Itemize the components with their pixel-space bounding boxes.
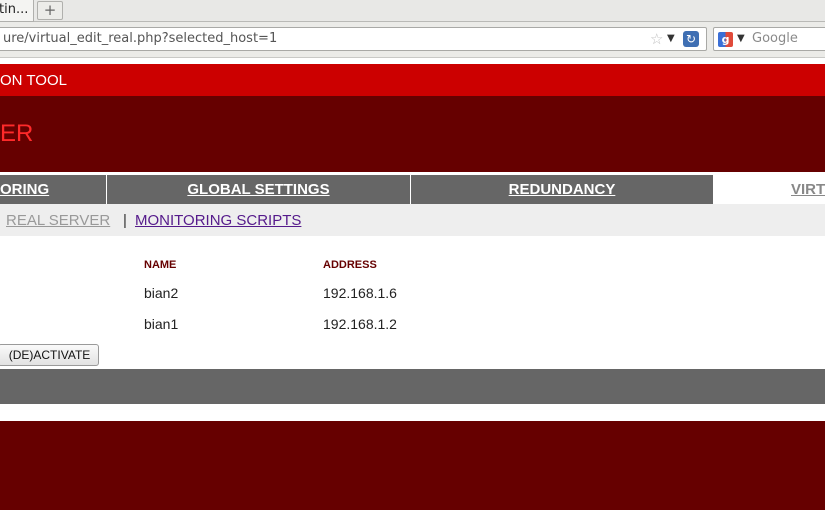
row-address: 192.168.1.2 [323,316,397,332]
browser-tab-bar: tin... + [0,0,825,22]
url-text[interactable]: ure/virtual_edit_real.php?selected_host=… [3,31,277,46]
subnav-separator: | [123,212,127,229]
top-banner-title: ON TOOL [0,72,67,89]
tab-redundancy[interactable]: REDUNDANCY [411,175,713,204]
column-header-name: NAME [144,259,177,271]
deactivate-button[interactable]: (DE)ACTIVATE [0,344,99,366]
browser-tab[interactable]: tin... [0,0,34,22]
spacer [0,404,825,421]
row-name: bian1 [144,316,179,332]
action-bar [0,369,825,404]
tab-global-settings-label: GLOBAL SETTINGS [187,181,330,198]
header-banner: ER [0,96,825,172]
google-logo-icon[interactable]: g [718,32,733,47]
reload-icon[interactable]: ↻ [683,31,699,47]
tab-redundancy-label: REDUNDANCY [508,181,616,198]
url-bar[interactable]: ure/virtual_edit_real.php?selected_host=… [0,27,707,51]
main-tabs: ORING GLOBAL SETTINGS REDUNDANCY VIRT [0,175,825,204]
browser-nav-bar: ure/virtual_edit_real.php?selected_host=… [0,22,825,58]
subnav-real-server[interactable]: REAL SERVER [6,212,110,229]
row-address: 192.168.1.6 [323,285,397,301]
browser-tab-title: tin... [0,2,29,17]
footer [0,421,825,510]
top-banner: ON TOOL [0,64,825,96]
column-header-address: ADDRESS [323,259,377,271]
page-title: ER [0,120,34,147]
tab-virtual-servers[interactable]: VIRT [713,175,825,204]
search-bar[interactable]: g ▼ Google [713,27,825,51]
tab-monitoring-label: ORING [0,181,50,198]
new-tab-button[interactable]: + [37,1,63,20]
plus-icon: + [43,1,57,19]
row-name: bian2 [144,285,179,301]
real-server-table: NAME ADDRESS bian2 192.168.1.6 bian1 192… [0,236,825,369]
sub-navigation: REAL SERVER | MONITORING SCRIPTS [0,204,825,236]
search-placeholder[interactable]: Google [752,31,798,46]
tab-global-settings[interactable]: GLOBAL SETTINGS [107,175,410,204]
url-dropdown-icon[interactable]: ▼ [667,33,675,44]
bookmark-star-icon[interactable]: ☆ [650,30,663,48]
subnav-monitoring-scripts-link[interactable]: MONITORING SCRIPTS [135,212,301,229]
tab-monitoring[interactable]: ORING [0,175,106,204]
search-engine-dropdown-icon[interactable]: ▼ [737,33,745,44]
tab-virtual-servers-label: VIRT [791,181,825,198]
